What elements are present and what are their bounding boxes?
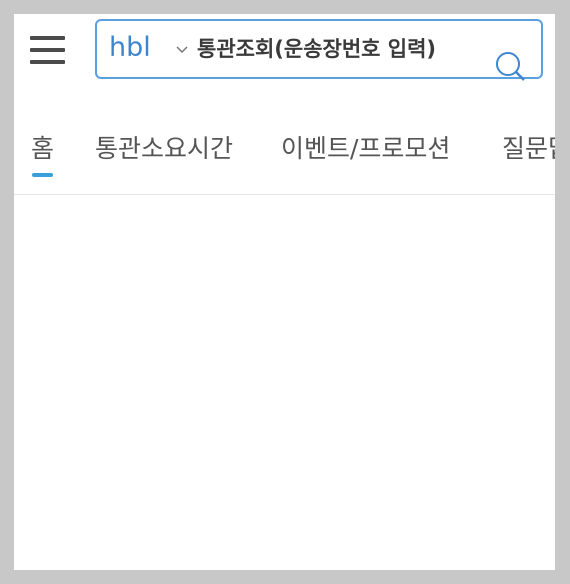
search-input[interactable] xyxy=(197,31,487,67)
app-frame: hbl 홈 통관소요시간 이벤트/프로모션 질문답 xyxy=(14,14,555,570)
tab-events-promotions[interactable]: 이벤트/프로모션 xyxy=(281,132,450,166)
tab-home[interactable]: 홈 xyxy=(31,132,54,177)
chevron-down-icon[interactable] xyxy=(176,43,188,55)
tab-qna[interactable]: 질문답 xyxy=(502,132,555,166)
tab-clearance-time[interactable]: 통관소요시간 xyxy=(95,132,233,166)
hamburger-icon-bar xyxy=(30,60,65,64)
top-header: hbl 홈 통관소요시간 이벤트/프로모션 질문답 xyxy=(14,14,555,195)
hamburger-menu-button[interactable] xyxy=(30,36,66,66)
search-icon[interactable] xyxy=(493,51,529,81)
hamburger-icon-bar xyxy=(30,48,65,52)
hamburger-icon-bar xyxy=(30,36,65,40)
main-tab-bar: 홈 통관소요시간 이벤트/프로모션 질문답 xyxy=(14,132,555,192)
search-type-select[interactable]: hbl xyxy=(109,33,151,63)
search-box: hbl xyxy=(95,19,543,81)
